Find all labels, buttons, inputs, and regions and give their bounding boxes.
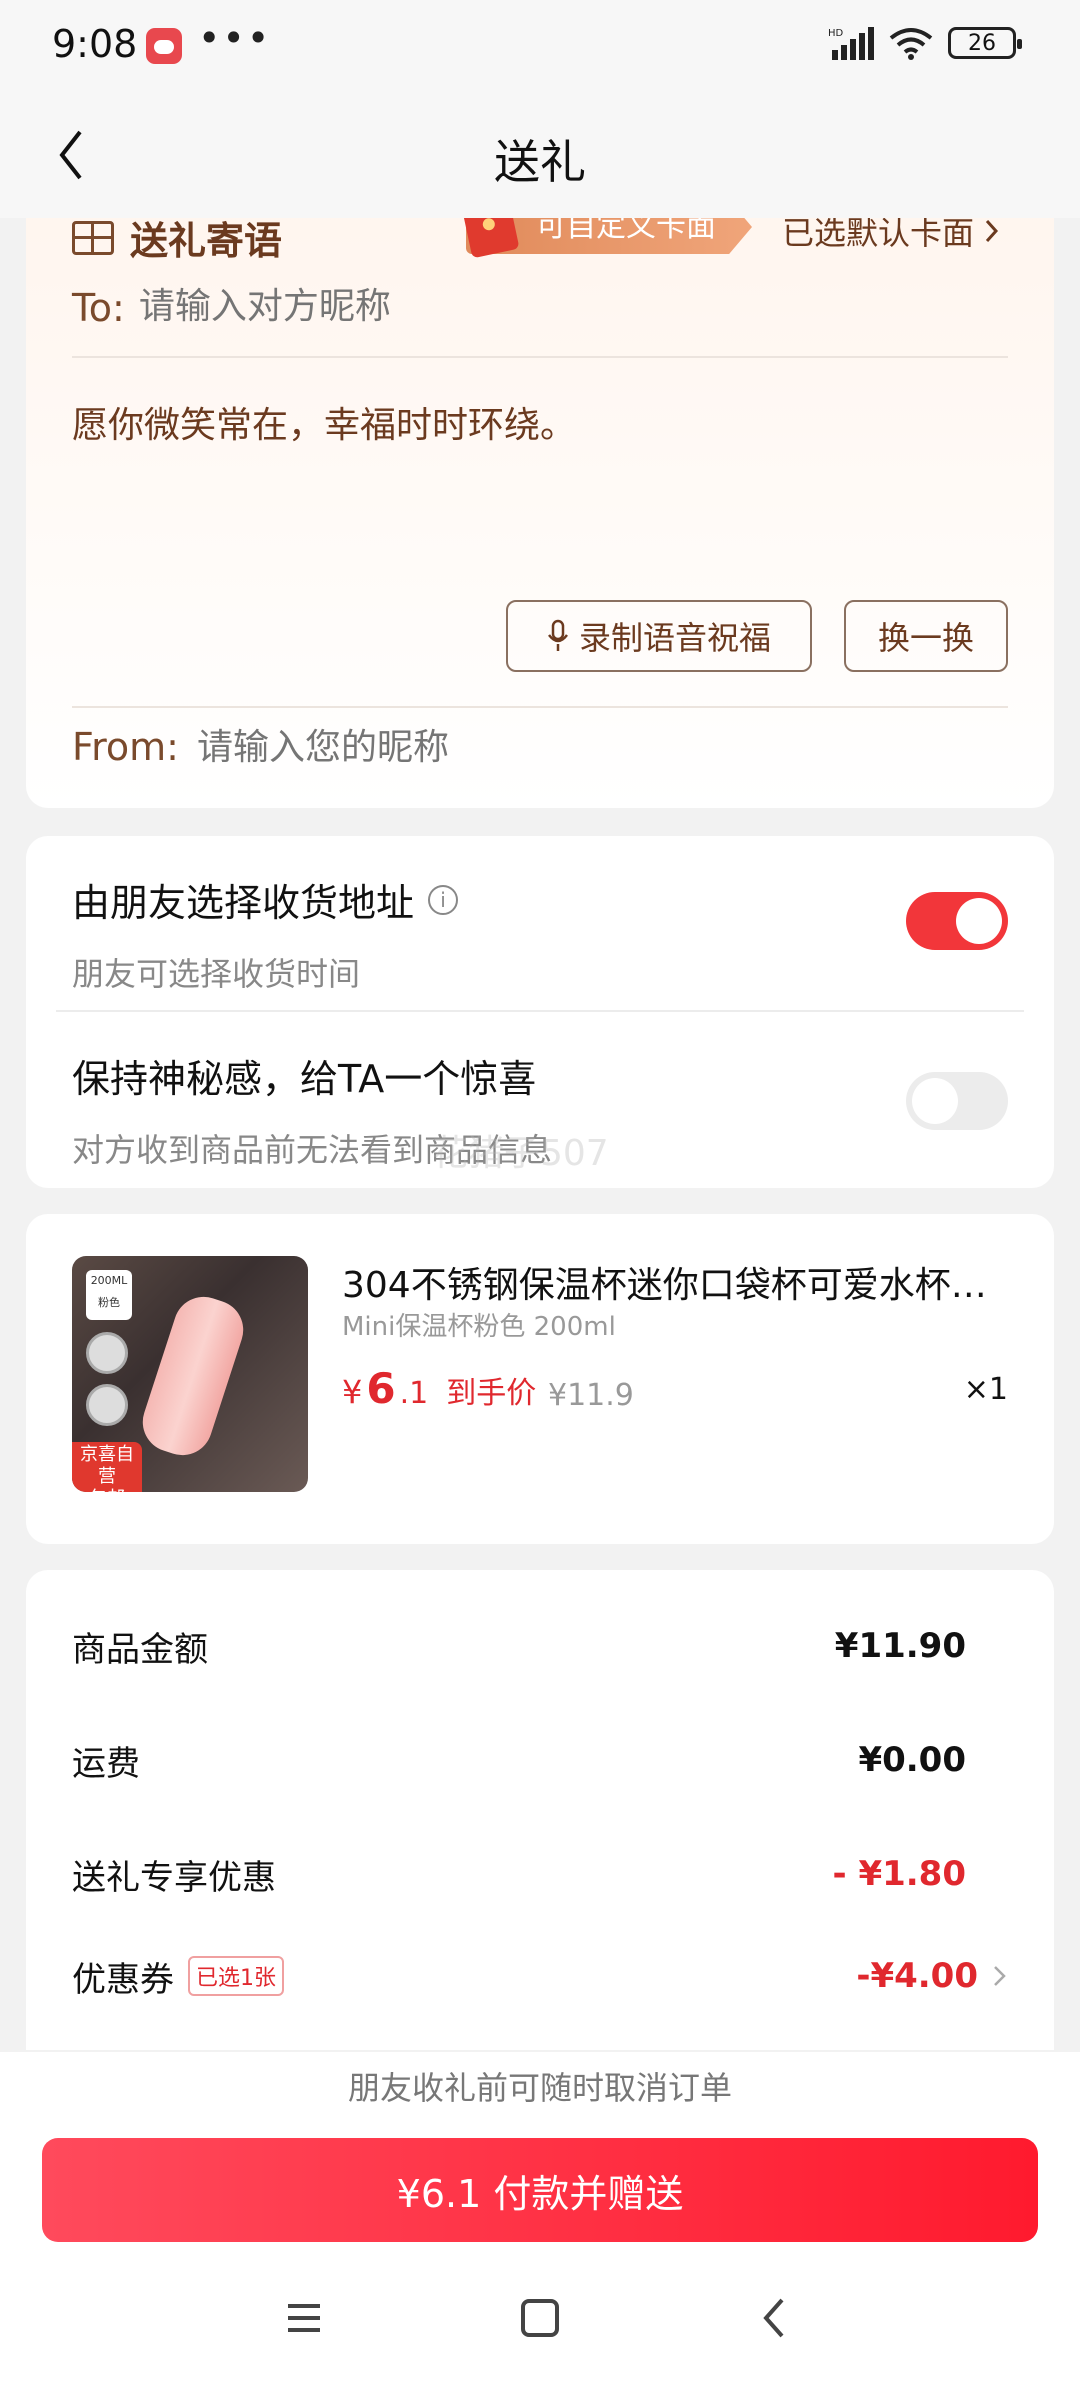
nav-bar: 送礼 <box>0 90 1080 218</box>
lid-image-icon <box>86 1332 128 1374</box>
coupon-row[interactable]: 优惠券 已选1张 -¥4.00 <box>72 1946 1008 2006</box>
gift-discount-value: - ¥1.80 <box>832 1854 967 1894</box>
coupon-label-group: 优惠券 已选1张 <box>72 1952 284 2001</box>
final-price: ¥ 6 .1 到手价 <box>342 1364 537 1413</box>
product-spec: Mini保温杯粉色 200ml <box>342 1312 616 1342</box>
original-price: ¥11.9 <box>548 1378 634 1413</box>
goods-amount-value: ¥11.90 <box>834 1626 966 1666</box>
mystery-toggle[interactable] <box>906 1072 1008 1130</box>
greeting-header: 送礼寄语 <box>72 210 282 265</box>
battery-level: 26 <box>968 30 996 56</box>
swap-message-button[interactable]: 换一换 <box>844 600 1008 672</box>
product-card[interactable]: 200ML 粉色 京喜自营 包邮 304不锈钢保温杯迷你口袋杯可爱水杯女... … <box>26 1214 1054 1544</box>
shipping-row: 运费 ¥0.00 <box>72 1730 1008 1790</box>
chevron-right-icon <box>985 219 999 243</box>
status-indicators: HD 26 <box>828 26 1022 60</box>
amount-summary-card: 商品金额 ¥11.90 运费 ¥0.00 送礼专享优惠 - ¥1.80 优惠券 … <box>26 1570 1054 2050</box>
more-notifications-icon: ••• <box>198 16 272 60</box>
friend-address-toggle[interactable] <box>906 892 1008 950</box>
watermark: 花猪子507 <box>432 1133 609 1174</box>
cup-image <box>134 1289 252 1463</box>
friend-address-title: 由朋友选择收货地址 <box>72 881 415 925</box>
greeting-title: 送礼寄语 <box>130 219 283 263</box>
coupon-label: 优惠券 <box>72 1959 174 2000</box>
coupon-value: -¥4.00 <box>856 1956 978 1996</box>
status-bar: 9:08 ••• HD 26 <box>0 0 1080 90</box>
gift-discount-row: 送礼专享优惠 - ¥1.80 <box>72 1844 1008 1904</box>
signal-icon: HD <box>828 27 874 60</box>
from-label: From: <box>72 725 179 769</box>
goods-amount-label: 商品金额 <box>72 1629 208 1670</box>
record-voice-button[interactable]: 录制语音祝福 <box>506 600 812 672</box>
page-title: 送礼 <box>494 135 586 189</box>
battery-icon: 26 <box>948 27 1022 59</box>
gift-icon <box>72 220 114 255</box>
sender-nickname-input[interactable] <box>196 726 797 768</box>
product-quantity: ×1 <box>963 1372 1008 1407</box>
friend-address-subtitle: 朋友可选择收货时间 <box>72 955 361 993</box>
coupon-selected-tag: 已选1张 <box>188 1956 284 1996</box>
app-notification-icon <box>146 28 182 64</box>
product-image-tag: 200ML 粉色 <box>86 1270 132 1320</box>
gift-discount-label: 送礼专享优惠 <box>72 1857 276 1898</box>
back-icon[interactable] <box>746 2288 806 2348</box>
base-image-icon <box>86 1384 128 1426</box>
to-row: To: <box>72 286 1008 358</box>
chevron-right-icon <box>994 1966 1006 1986</box>
status-time: 9:08 <box>52 22 138 66</box>
menu-icon[interactable] <box>274 2288 334 2348</box>
product-title: 304不锈钢保温杯迷你口袋杯可爱水杯女... <box>342 1265 1002 1306</box>
pay-and-gift-button[interactable]: ¥6.1 付款并赠送 <box>42 2138 1038 2242</box>
info-icon[interactable]: i <box>428 884 459 915</box>
pay-bar: ¥6.1 付款并赠送 <box>0 2124 1080 2244</box>
mystery-title: 保持神秘感，给TA一个惊喜 <box>72 1057 537 1101</box>
recipient-nickname-input[interactable] <box>138 286 739 327</box>
svg-text:HD: HD <box>828 28 844 39</box>
product-image[interactable]: 200ML 粉色 京喜自营 包邮 <box>72 1256 308 1492</box>
gift-settings-card: 由朋友选择收货地址 i 朋友可选择收货时间 保持神秘感，给TA一个惊喜 对方收到… <box>26 836 1054 1188</box>
cancel-order-note: 朋友收礼前可随时取消订单 <box>0 2052 1080 2124</box>
from-row: From: <box>72 706 1008 786</box>
greeting-card: 送礼寄语 可自定义卡面 已选默认卡面 To: 愿你微笑常在，幸福时时环绕。 录制… <box>26 190 1054 808</box>
home-icon[interactable] <box>510 2288 570 2348</box>
free-shipping-badge: 京喜自营 包邮 <box>72 1442 142 1492</box>
wifi-icon <box>889 28 933 60</box>
goods-amount-row: 商品金额 ¥11.90 <box>72 1616 1008 1676</box>
friend-address-row: 由朋友选择收货地址 i 朋友可选择收货时间 <box>72 872 1008 995</box>
divider <box>56 1010 1024 1012</box>
system-navigation-bar <box>0 2244 1080 2400</box>
shipping-label: 运费 <box>72 1743 140 1784</box>
shipping-value: ¥0.00 <box>858 1740 966 1780</box>
to-label: To: <box>72 286 125 330</box>
microphone-icon <box>547 619 568 651</box>
greeting-message[interactable]: 愿你微笑常在，幸福时时环绕。 <box>72 396 576 448</box>
record-voice-label: 录制语音祝福 <box>578 620 771 656</box>
